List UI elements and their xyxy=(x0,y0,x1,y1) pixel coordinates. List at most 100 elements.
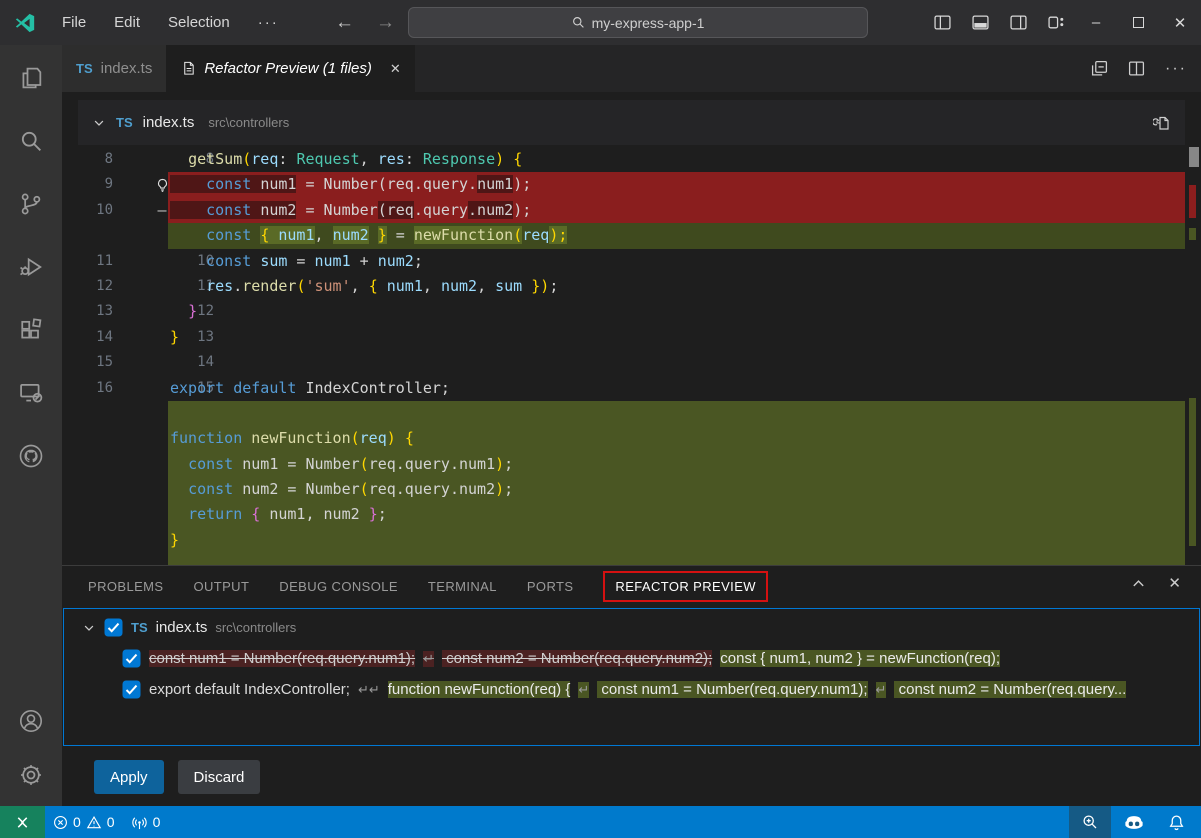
warning-count: 0 xyxy=(107,814,115,830)
chevron-down-icon[interactable] xyxy=(92,116,106,130)
search-icon xyxy=(572,16,585,29)
toggle-panel-icon[interactable] xyxy=(961,0,999,45)
code-line[interactable]: 16+ xyxy=(62,401,1201,426)
panel-tab-refactor-preview[interactable]: REFACTOR PREVIEW xyxy=(603,571,768,602)
refactor-change-row[interactable]: export default IndexController; ↵↵ functio… xyxy=(64,674,1199,705)
tab-label: Refactor Preview (1 files) xyxy=(204,60,372,77)
open-file-icon[interactable] xyxy=(1153,114,1171,132)
change-text-segment: export default IndexController; xyxy=(149,681,350,698)
typescript-file-icon: TS xyxy=(131,620,148,635)
overview-ruler-removed-mark xyxy=(1189,185,1196,218)
lightbulb-icon[interactable] xyxy=(156,178,169,192)
toggle-sidebar-icon[interactable] xyxy=(923,0,961,45)
code-line[interactable]: 1312 } xyxy=(62,299,1201,324)
code-line[interactable]: 9+ const { num1, num2 } = newFunction(re… xyxy=(62,223,1201,248)
diff-file-path: src\controllers xyxy=(208,115,289,130)
code-line[interactable]: 88 getSum(req: Request, res: Response) { xyxy=(62,147,1201,172)
github-icon[interactable] xyxy=(16,441,46,471)
tree-file-name: index.ts xyxy=(156,619,208,636)
settings-gear-icon[interactable] xyxy=(16,760,46,790)
refactor-change-row[interactable]: const num1 = Number(req.query.num1);↵ co… xyxy=(64,643,1199,674)
code-line[interactable]: 1615export default IndexController; xyxy=(62,376,1201,401)
menu-selection[interactable]: Selection xyxy=(158,10,240,35)
checkbox-checked-icon[interactable] xyxy=(104,618,123,637)
open-changes-icon[interactable] xyxy=(1091,60,1108,77)
tab-index-ts[interactable]: TS index.ts xyxy=(62,45,167,92)
change-text-segment: function newFunction(req) { xyxy=(388,681,571,698)
broadcast-icon xyxy=(131,815,148,830)
extensions-icon[interactable] xyxy=(16,315,46,345)
tab-label: index.ts xyxy=(101,60,153,77)
editor-scrollbar[interactable] xyxy=(1189,147,1199,167)
split-editor-icon[interactable] xyxy=(1128,60,1145,77)
ports-status[interactable]: 0 xyxy=(123,806,169,838)
toggle-secondary-sidebar-icon[interactable] xyxy=(999,0,1037,45)
menu-file[interactable]: File xyxy=(52,10,96,35)
error-count: 0 xyxy=(73,814,81,830)
diff-file-header[interactable]: TS index.ts src\controllers xyxy=(78,100,1185,145)
problems-status[interactable]: 0 0 xyxy=(45,806,123,838)
remote-explorer-icon[interactable] xyxy=(16,378,46,408)
activity-bar xyxy=(0,45,62,806)
search-sidebar-icon[interactable] xyxy=(16,126,46,156)
run-debug-icon[interactable] xyxy=(16,252,46,282)
code-line[interactable]: 22+ xyxy=(62,553,1201,565)
editor-more-actions-icon[interactable]: ··· xyxy=(1165,60,1187,78)
code-line[interactable]: 21+} xyxy=(62,528,1201,553)
remote-indicator[interactable] xyxy=(0,806,45,838)
chevron-down-icon[interactable] xyxy=(82,621,96,635)
copilot-icon[interactable] xyxy=(1115,806,1153,838)
code-line[interactable]: 18+ const num1 = Number(req.query.num1); xyxy=(62,452,1201,477)
maximize-button[interactable] xyxy=(1117,0,1159,45)
code-line[interactable]: 20+ return { num1, num2 }; xyxy=(62,502,1201,527)
code-line[interactable]: 10— const num2 = Number(req.query.num2); xyxy=(62,198,1201,223)
code-line[interactable]: 9 const num1 = Number(req.query.num1); xyxy=(62,172,1201,197)
code-line[interactable]: 1211 res.render('sum', { num1, num2, sum… xyxy=(62,274,1201,299)
nav-forward-icon[interactable]: → xyxy=(376,12,395,34)
panel-close-icon[interactable]: ✕ xyxy=(1168,574,1181,592)
code-line[interactable]: 1110 const sum = num1 + num2; xyxy=(62,249,1201,274)
close-button[interactable]: ✕ xyxy=(1159,0,1201,45)
discard-button[interactable]: Discard xyxy=(178,760,261,794)
accounts-icon[interactable] xyxy=(16,706,46,736)
change-text-segment: const num2 = Number(req.query.num2); xyxy=(442,650,712,667)
zoom-status-item[interactable] xyxy=(1069,806,1111,838)
tree-file-path: src\controllers xyxy=(215,620,296,635)
checkbox-checked-icon[interactable] xyxy=(122,680,141,699)
checkbox-checked-icon[interactable] xyxy=(122,649,141,668)
panel-tab-debug-console[interactable]: DEBUG CONSOLE xyxy=(279,579,398,594)
change-text-segment: ↵↵ xyxy=(358,682,380,698)
overview-ruler-added-mark xyxy=(1189,228,1196,240)
panel-tab-terminal[interactable]: TERMINAL xyxy=(428,579,497,594)
panel-tab-ports[interactable]: PORTS xyxy=(527,579,574,594)
bottom-panel: PROBLEMS OUTPUT DEBUG CONSOLE TERMINAL PORTS… xyxy=(62,565,1201,806)
minimize-button[interactable]: – xyxy=(1075,0,1117,45)
panel-tab-output[interactable]: OUTPUT xyxy=(193,579,249,594)
menu-edit[interactable]: Edit xyxy=(104,10,150,35)
panel-maximize-chevron-icon[interactable] xyxy=(1131,576,1146,591)
tree-file-row[interactable]: TS index.ts src\controllers xyxy=(64,612,1199,643)
code-line[interactable]: 17+function newFunction(req) { xyxy=(62,426,1201,451)
customize-layout-icon[interactable] xyxy=(1037,0,1075,45)
explorer-icon[interactable] xyxy=(16,63,46,93)
code-line[interactable]: 1413} xyxy=(62,325,1201,350)
tab-refactor-preview[interactable]: Refactor Preview (1 files) ✕ xyxy=(167,45,414,92)
panel-tab-bar: PROBLEMS OUTPUT DEBUG CONSOLE TERMINAL PORTS… xyxy=(62,566,1201,607)
diff-editor[interactable]: TS index.ts src\controllers 88 getSum(re… xyxy=(62,92,1201,565)
tab-close-icon[interactable]: ✕ xyxy=(390,61,401,77)
nav-back-icon[interactable]: ← xyxy=(335,12,354,34)
diff-file-name: index.ts xyxy=(143,114,195,131)
notifications-bell-icon[interactable] xyxy=(1157,806,1195,838)
panel-tab-problems[interactable]: PROBLEMS xyxy=(88,579,163,594)
code-line[interactable]: 1514 xyxy=(62,350,1201,375)
refactor-preview-file-icon xyxy=(181,61,196,76)
code-diff-area[interactable]: 88 getSum(req: Request, res: Response) {… xyxy=(62,147,1201,565)
apply-button[interactable]: Apply xyxy=(94,760,164,794)
code-line[interactable]: 19+ const num2 = Number(req.query.num2); xyxy=(62,477,1201,502)
change-text-segment: ↵ xyxy=(423,651,434,667)
error-icon xyxy=(53,815,68,830)
ports-count: 0 xyxy=(153,814,161,830)
command-center-search[interactable]: my-express-app-1 xyxy=(408,7,868,38)
menu-more[interactable]: ··· xyxy=(248,10,289,35)
source-control-icon[interactable] xyxy=(16,189,46,219)
